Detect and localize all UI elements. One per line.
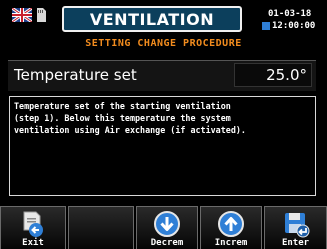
- sd-card-icon: [37, 8, 46, 22]
- arrow-down-icon: [154, 211, 180, 237]
- exit-label: Exit: [22, 238, 44, 248]
- function-key-bar: Exit Decrem Increm Enter: [0, 204, 327, 249]
- page-title: VENTILATION: [62, 6, 242, 32]
- uk-flag-icon[interactable]: [12, 8, 32, 22]
- date-label: 01-03-18: [268, 9, 312, 19]
- increment-button[interactable]: Increm: [200, 206, 262, 249]
- empty-function-key[interactable]: [68, 206, 134, 249]
- procedure-subtitle: SETTING CHANGE PROCEDURE: [85, 38, 242, 49]
- enter-label: Enter: [281, 238, 310, 248]
- parameter-label: Temperature set: [14, 66, 137, 84]
- increm-label: Increm: [214, 238, 248, 248]
- arrow-up-icon: [218, 211, 244, 237]
- decrement-button[interactable]: Decrem: [136, 206, 198, 249]
- save-enter-icon: [284, 213, 309, 238]
- description-text: Temperature set of the starting ventilat…: [9, 96, 316, 196]
- parameter-value[interactable]: 25.0°: [234, 63, 312, 87]
- screen: VENTILATION 01-03-18 12:00:00 SETTING CH…: [0, 0, 327, 249]
- datetime: 01-03-18 12:00:00: [262, 8, 327, 32]
- enter-button[interactable]: Enter: [264, 206, 327, 249]
- parameter-row: Temperature set 25.0°: [8, 60, 316, 91]
- exit-icon: [23, 211, 43, 237]
- exit-button[interactable]: Exit: [0, 206, 66, 249]
- decrem-label: Decrem: [150, 238, 184, 248]
- time-label: 12:00:00: [272, 21, 316, 31]
- clock-icon: [262, 22, 270, 30]
